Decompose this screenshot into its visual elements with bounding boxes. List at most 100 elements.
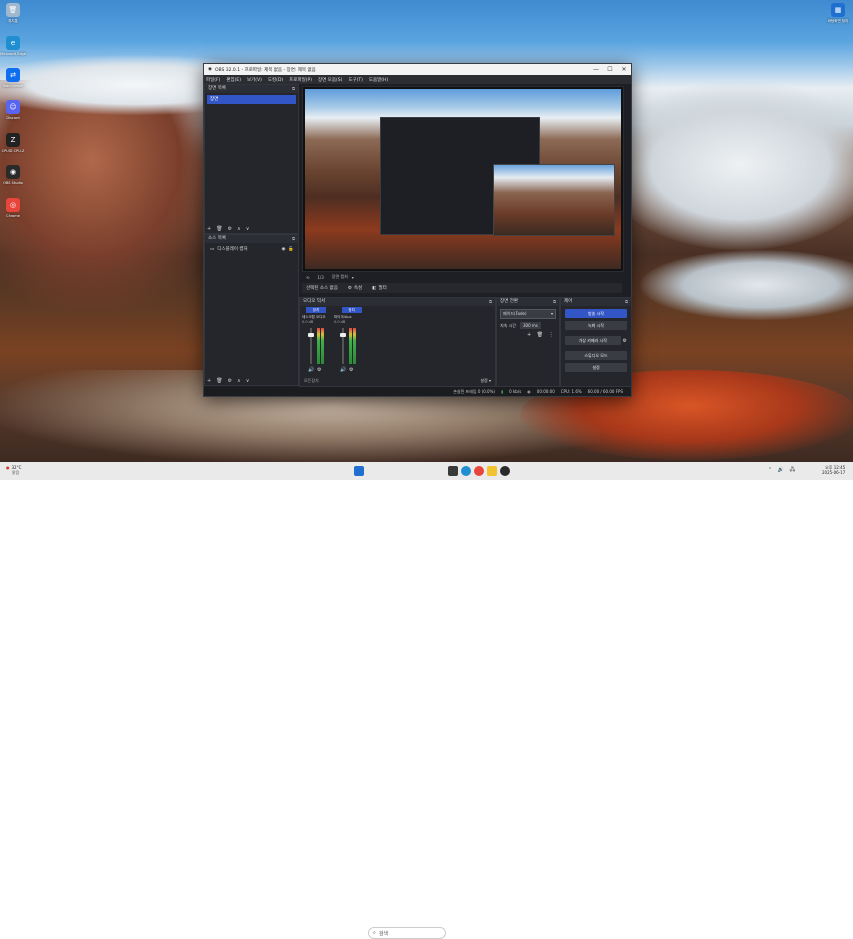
scenes-dock: 장면 목록 ⧉ 장면 + 🗑 ⚙ ∧ ∨: [204, 84, 299, 234]
delete-icon[interactable]: 🗑: [537, 332, 543, 338]
discord-icon: ☺: [6, 100, 20, 114]
minimize-button[interactable]: —: [589, 66, 603, 73]
menu-file[interactable]: 파일(F): [206, 77, 220, 83]
mixer-header: 오디오 믹서 ⧉: [300, 298, 495, 306]
weather-widget[interactable]: ● 32°C 맑음: [6, 465, 21, 475]
scene-item[interactable]: 장면: [207, 95, 296, 104]
dock-menu-icon[interactable]: ⧉: [625, 298, 628, 306]
scene-capture-label[interactable]: 장면 캡처: [332, 274, 348, 280]
dock-menu-icon[interactable]: ⧉: [553, 298, 556, 306]
dock-menu-icon[interactable]: ⧉: [292, 85, 295, 93]
fader-knob[interactable]: [340, 333, 346, 337]
network-icon[interactable]: 🖧: [790, 467, 796, 473]
edge-icon[interactable]: [461, 466, 471, 476]
delete-icon[interactable]: 🗑: [216, 226, 222, 232]
menu-edit[interactable]: 편집(E): [226, 77, 241, 83]
preview-canvas[interactable]: [302, 86, 624, 272]
settings-button[interactable]: 설정: [565, 363, 627, 372]
filters-button[interactable]: ◧ 필터: [372, 285, 387, 292]
transition-select[interactable]: 페이드(Fade) ▾: [500, 309, 556, 319]
menu-docks[interactable]: 도킹(D): [268, 77, 283, 83]
obs-window[interactable]: ◉ OBS 32.0.1 - 프로파일: 제목 없음 - 장면: 제목 없음 —…: [203, 63, 632, 397]
obs-icon: ◉: [6, 165, 20, 179]
volume-meter: [353, 328, 356, 364]
desktop-icon[interactable]: ⇄ TeamViewer: [0, 68, 26, 88]
eye-icon[interactable]: ◉: [281, 245, 285, 254]
channel-level: 0.0 dB: [334, 320, 346, 324]
mixer-tab[interactable]: 장치: [341, 307, 362, 313]
menu-profile[interactable]: 프로파일(P): [289, 77, 312, 83]
desktop-icon-right[interactable]: ▦ 바탕화면 정리: [825, 3, 851, 23]
desktop-icon[interactable]: e Microsoft Edge: [0, 36, 26, 56]
controls-header: 제어 ⧉: [561, 298, 631, 306]
scenes-toolbar: + 🗑 ⚙ ∧ ∨: [205, 224, 298, 233]
refresh-icon[interactable]: ⟲: [306, 275, 309, 280]
mixer-settings-button[interactable]: 설정 ▾: [480, 378, 491, 384]
tray-overflow-icon[interactable]: ⌃: [768, 467, 772, 473]
properties-button[interactable]: ⚙ 속성: [348, 285, 362, 292]
settings-icon[interactable]: ⚙: [228, 378, 232, 384]
chevron-down-icon: ▾: [550, 311, 553, 316]
mixer-channel-desktop: 데스크탑 오디오 0.0 dB: [302, 315, 338, 324]
move-down-icon[interactable]: ∨: [246, 378, 250, 384]
desktop-icon-label: Discord: [6, 116, 20, 120]
add-icon[interactable]: +: [207, 226, 211, 232]
chevron-down-icon[interactable]: ▾: [352, 275, 354, 280]
menu-scene-collection[interactable]: 장면 모음(S): [318, 77, 342, 83]
transition-type: 페이드(Fade): [503, 311, 527, 316]
start-recording-button[interactable]: 녹화 시작: [565, 321, 627, 330]
obs-icon[interactable]: [500, 466, 510, 476]
transitions-header: 장면 전환 ⧉: [497, 298, 559, 306]
studio-mode-button[interactable]: 스튜디오 모드: [565, 351, 627, 360]
move-up-icon[interactable]: ∧: [237, 378, 241, 384]
menu-tools[interactable]: 도구(T): [348, 77, 363, 83]
sources-dock: 소스 목록 ⧉ ▭ 디스플레이 캡처 ◉ 🔓 + 🗑 ⚙ ∧ ∨: [204, 234, 299, 386]
fader-knob[interactable]: [308, 333, 314, 337]
more-icon[interactable]: ⋮: [549, 332, 554, 338]
gear-icon[interactable]: ⚙: [317, 367, 321, 373]
dock-menu-icon[interactable]: ⧉: [489, 298, 492, 306]
task-view-icon[interactable]: [448, 466, 458, 476]
source-item[interactable]: ▭ 디스플레이 캡처 ◉ 🔓: [207, 245, 296, 254]
chrome-icon: ◎: [6, 198, 20, 212]
move-down-icon[interactable]: ∨: [246, 226, 250, 232]
settings-icon[interactable]: ⚙: [228, 226, 232, 232]
preview-image: [305, 89, 621, 269]
gear-icon[interactable]: ⚙: [349, 367, 353, 373]
wallpaper-cloud-right: [600, 80, 853, 250]
file-explorer-icon[interactable]: [487, 466, 497, 476]
desktop-icon[interactable]: 🗑 휴지통: [0, 3, 26, 23]
menu-view[interactable]: 보기(V): [247, 77, 262, 83]
transitions-dock: 장면 전환 ⧉ 페이드(Fade) ▾ 지속 시간 300 ms + 🗑 ⋮: [496, 297, 560, 387]
menu-help[interactable]: 도움말(H): [369, 77, 388, 83]
speaker-icon[interactable]: 🔊: [308, 367, 314, 373]
clock[interactable]: 오후 12:45 2025-06-17: [822, 465, 845, 475]
desktop-icon[interactable]: ☺ Discord: [0, 100, 26, 120]
chrome-icon[interactable]: [474, 466, 484, 476]
dock-menu-icon[interactable]: ⧉: [292, 235, 295, 243]
delete-icon[interactable]: 🗑: [216, 378, 222, 384]
recycle-bin-icon: 🗑: [6, 3, 20, 17]
add-icon[interactable]: +: [207, 378, 211, 384]
move-up-icon[interactable]: ∧: [237, 226, 241, 232]
gear-icon[interactable]: ⚙: [623, 338, 627, 344]
speaker-icon[interactable]: 🔊: [340, 367, 346, 373]
maximize-button[interactable]: ☐: [603, 66, 617, 73]
sources-dock-header: 소스 목록 ⧉: [205, 235, 298, 243]
source-bar: 선택된 소스 없음 ⚙ 속성 ◧ 필터: [302, 283, 622, 293]
search-box[interactable]: ⌕ 검색: [368, 927, 446, 939]
no-source-label: 선택된 소스 없음: [306, 286, 338, 291]
mixer-tab[interactable]: 장치: [306, 307, 326, 313]
start-streaming-button[interactable]: 방송 시작: [565, 309, 627, 318]
start-virtual-camera-button[interactable]: 가상 카메라 시작: [565, 336, 621, 345]
duration-input[interactable]: 300 ms: [520, 322, 541, 329]
volume-icon[interactable]: 🔊: [778, 467, 784, 473]
add-icon[interactable]: +: [527, 332, 531, 338]
desktop-icon[interactable]: ◎ Chrome: [0, 198, 26, 218]
desktop-icon[interactable]: Z CPUID CPU-Z: [0, 133, 26, 153]
desktop-icon[interactable]: ◉ OBS Studio: [0, 165, 26, 185]
title-bar[interactable]: ◉ OBS 32.0.1 - 프로파일: 제목 없음 - 장면: 제목 없음 —…: [204, 64, 631, 75]
start-icon[interactable]: [354, 466, 364, 476]
close-button[interactable]: ✕: [617, 66, 631, 73]
lock-icon[interactable]: 🔓: [288, 245, 294, 254]
